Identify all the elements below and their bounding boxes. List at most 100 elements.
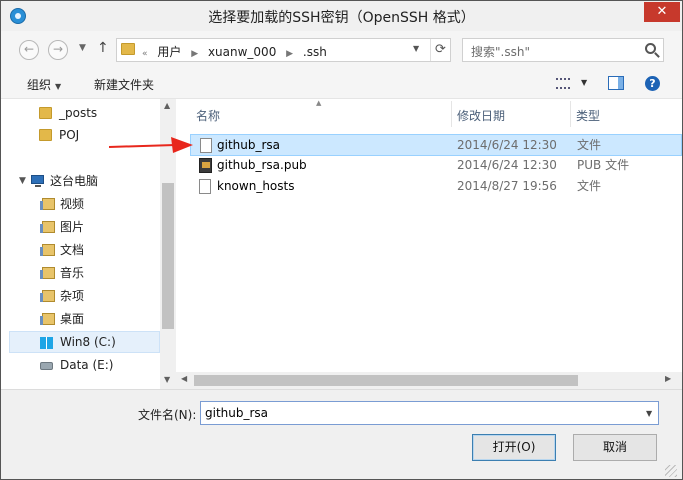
folder-icon bbox=[39, 129, 52, 141]
file-list-horizontal-scrollbar[interactable]: ◀ ▶ bbox=[176, 372, 682, 389]
open-button[interactable]: 打开(O) bbox=[472, 434, 556, 461]
breadcrumb: « 用户 ▶ xuanw_000 ▶ .ssh bbox=[142, 43, 333, 60]
sidebar-item-win8-c[interactable]: Win8 (C:) bbox=[9, 331, 160, 353]
file-list: ▲ 名称 修改日期 类型 github_rsa 2014/6/24 12:30 … bbox=[176, 99, 682, 389]
title-bar: 选择要加载的SSH密钥（OpenSSH 格式） ✕ bbox=[1, 1, 682, 31]
file-type: PUB 文件 bbox=[577, 158, 630, 172]
search-box[interactable]: 搜索".ssh" bbox=[462, 38, 664, 62]
sidebar-item-label: _posts bbox=[59, 106, 98, 120]
sidebar-item-posts[interactable]: _posts bbox=[1, 102, 160, 124]
scroll-left-arrow-icon[interactable]: ◀ bbox=[181, 374, 187, 383]
view-options-dropdown-icon[interactable]: ▼ bbox=[581, 78, 587, 87]
file-name: github_rsa bbox=[217, 138, 281, 152]
expand-chevron-icon[interactable]: ▼ bbox=[19, 170, 26, 192]
address-history-dropdown-icon[interactable]: ▼ bbox=[413, 44, 419, 53]
breadcrumb-users[interactable]: 用户 bbox=[157, 45, 181, 59]
new-folder-button[interactable]: 新建文件夹 bbox=[94, 76, 154, 93]
windows-drive-icon bbox=[40, 337, 53, 349]
documents-library-icon bbox=[40, 244, 55, 256]
dialog-footer: 文件名(N): github_rsa ▼ 打开(O) 取消 bbox=[1, 389, 682, 479]
sidebar-item-desktop[interactable]: 桌面 bbox=[1, 308, 160, 330]
open-file-dialog: 选择要加载的SSH密钥（OpenSSH 格式） ✕ ← → ▼ ↑ « 用户 ▶… bbox=[0, 0, 683, 480]
column-divider[interactable] bbox=[570, 101, 571, 127]
file-icon bbox=[200, 138, 212, 153]
file-name: github_rsa.pub bbox=[217, 158, 307, 172]
file-row-known-hosts[interactable]: known_hosts 2014/8/27 19:56 文件 bbox=[190, 176, 682, 198]
red-annotation-arrow-icon bbox=[109, 137, 193, 153]
sidebar-item-label: 这台电脑 bbox=[50, 174, 99, 188]
close-button[interactable]: ✕ bbox=[644, 2, 680, 22]
music-library-icon bbox=[40, 267, 55, 279]
breadcrumb-xuanw[interactable]: xuanw_000 bbox=[208, 45, 276, 59]
cancel-button[interactable]: 取消 bbox=[573, 434, 657, 461]
sidebar-item-misc[interactable]: 杂项 bbox=[1, 285, 160, 307]
file-icon bbox=[199, 179, 211, 194]
computer-icon bbox=[31, 175, 44, 187]
sort-ascending-icon: ▲ bbox=[316, 99, 322, 107]
sidebar-item-label: Data (E:) bbox=[60, 358, 114, 372]
change-view-icon[interactable] bbox=[556, 78, 570, 89]
file-date: 2014/8/27 19:56 bbox=[457, 179, 557, 193]
chevron-down-icon: ▼ bbox=[55, 82, 62, 91]
pictures-library-icon bbox=[40, 221, 55, 233]
downloads-library-icon bbox=[40, 290, 55, 302]
filename-dropdown-icon[interactable]: ▼ bbox=[646, 409, 652, 418]
chevron-right-icon[interactable]: ▶ bbox=[286, 49, 293, 59]
filename-value: github_rsa bbox=[205, 406, 269, 420]
key-file-icon bbox=[199, 158, 212, 173]
search-placeholder: 搜索".ssh" bbox=[471, 45, 530, 59]
organize-label: 组织 bbox=[27, 78, 52, 92]
filename-label: 文件名(N): bbox=[138, 408, 197, 422]
scrollbar-thumb[interactable] bbox=[162, 183, 174, 329]
file-row-github-rsa[interactable]: github_rsa 2014/6/24 12:30 文件 bbox=[190, 134, 682, 156]
file-row-github-rsa-pub[interactable]: github_rsa.pub 2014/6/24 12:30 PUB 文件 bbox=[190, 155, 682, 177]
file-date: 2014/6/24 12:30 bbox=[457, 138, 557, 152]
sidebar-item-label: 音乐 bbox=[60, 266, 85, 280]
sidebar-item-pictures[interactable]: 图片 bbox=[1, 216, 160, 238]
chevron-right-icon[interactable]: ▶ bbox=[191, 49, 198, 59]
drive-icon bbox=[40, 362, 53, 370]
desktop-folder-icon bbox=[40, 313, 55, 325]
sidebar-item-documents[interactable]: 文档 bbox=[1, 239, 160, 261]
sidebar-item-label: 杂项 bbox=[60, 289, 85, 303]
refresh-button[interactable]: ⟳ bbox=[430, 39, 450, 61]
column-header-date[interactable]: 修改日期 bbox=[457, 107, 505, 124]
sidebar-item-this-pc[interactable]: ▼ 这台电脑 bbox=[1, 170, 160, 192]
sidebar-item-videos[interactable]: 视频 bbox=[1, 193, 160, 215]
sidebar-item-label: 图片 bbox=[60, 220, 85, 234]
up-one-level-button[interactable]: ↑ bbox=[97, 40, 109, 56]
file-name: known_hosts bbox=[217, 179, 295, 193]
folder-icon bbox=[121, 43, 135, 55]
scroll-up-arrow-icon[interactable]: ▲ bbox=[164, 101, 170, 110]
column-header-type[interactable]: 类型 bbox=[576, 107, 600, 124]
sidebar-item-label: 文档 bbox=[60, 243, 85, 257]
sidebar-item-label: POJ bbox=[59, 128, 80, 142]
sidebar-item-data-e[interactable]: Data (E:) bbox=[1, 354, 160, 376]
breadcrumb-ssh[interactable]: .ssh bbox=[303, 45, 327, 59]
file-date: 2014/6/24 12:30 bbox=[457, 158, 557, 172]
breadcrumb-overflow[interactable]: « bbox=[142, 49, 148, 59]
forward-button[interactable]: → bbox=[48, 40, 68, 60]
sidebar-item-label: Win8 (C:) bbox=[60, 335, 116, 349]
sidebar-item-label: 视频 bbox=[60, 197, 85, 211]
recent-locations-chevron-icon[interactable]: ▼ bbox=[79, 43, 86, 53]
column-divider[interactable] bbox=[451, 101, 452, 127]
search-icon[interactable] bbox=[645, 43, 656, 54]
file-type: 文件 bbox=[577, 179, 602, 193]
column-header-name[interactable]: 名称 bbox=[196, 107, 220, 124]
resize-grip-icon[interactable] bbox=[665, 465, 677, 477]
scroll-down-arrow-icon[interactable]: ▼ bbox=[164, 375, 170, 384]
navigation-bar: ← → ▼ ↑ « 用户 ▶ xuanw_000 ▶ .ssh ▼ ⟳ 搜索".… bbox=[1, 31, 682, 67]
preview-pane-icon[interactable] bbox=[608, 76, 624, 90]
back-button[interactable]: ← bbox=[19, 40, 39, 60]
folder-icon bbox=[39, 107, 52, 119]
scrollbar-thumb[interactable] bbox=[194, 375, 578, 386]
command-bar: 组织 ▼ 新建文件夹 ▼ ? bbox=[1, 67, 682, 99]
sidebar-item-label: 桌面 bbox=[60, 312, 85, 326]
filename-input[interactable]: github_rsa ▼ bbox=[200, 401, 659, 425]
address-bar[interactable]: « 用户 ▶ xuanw_000 ▶ .ssh ▼ ⟳ bbox=[116, 38, 451, 62]
help-icon[interactable]: ? bbox=[645, 76, 660, 91]
organize-menu[interactable]: 组织 ▼ bbox=[27, 76, 61, 93]
scroll-right-arrow-icon[interactable]: ▶ bbox=[665, 374, 671, 383]
sidebar-item-music[interactable]: 音乐 bbox=[1, 262, 160, 284]
